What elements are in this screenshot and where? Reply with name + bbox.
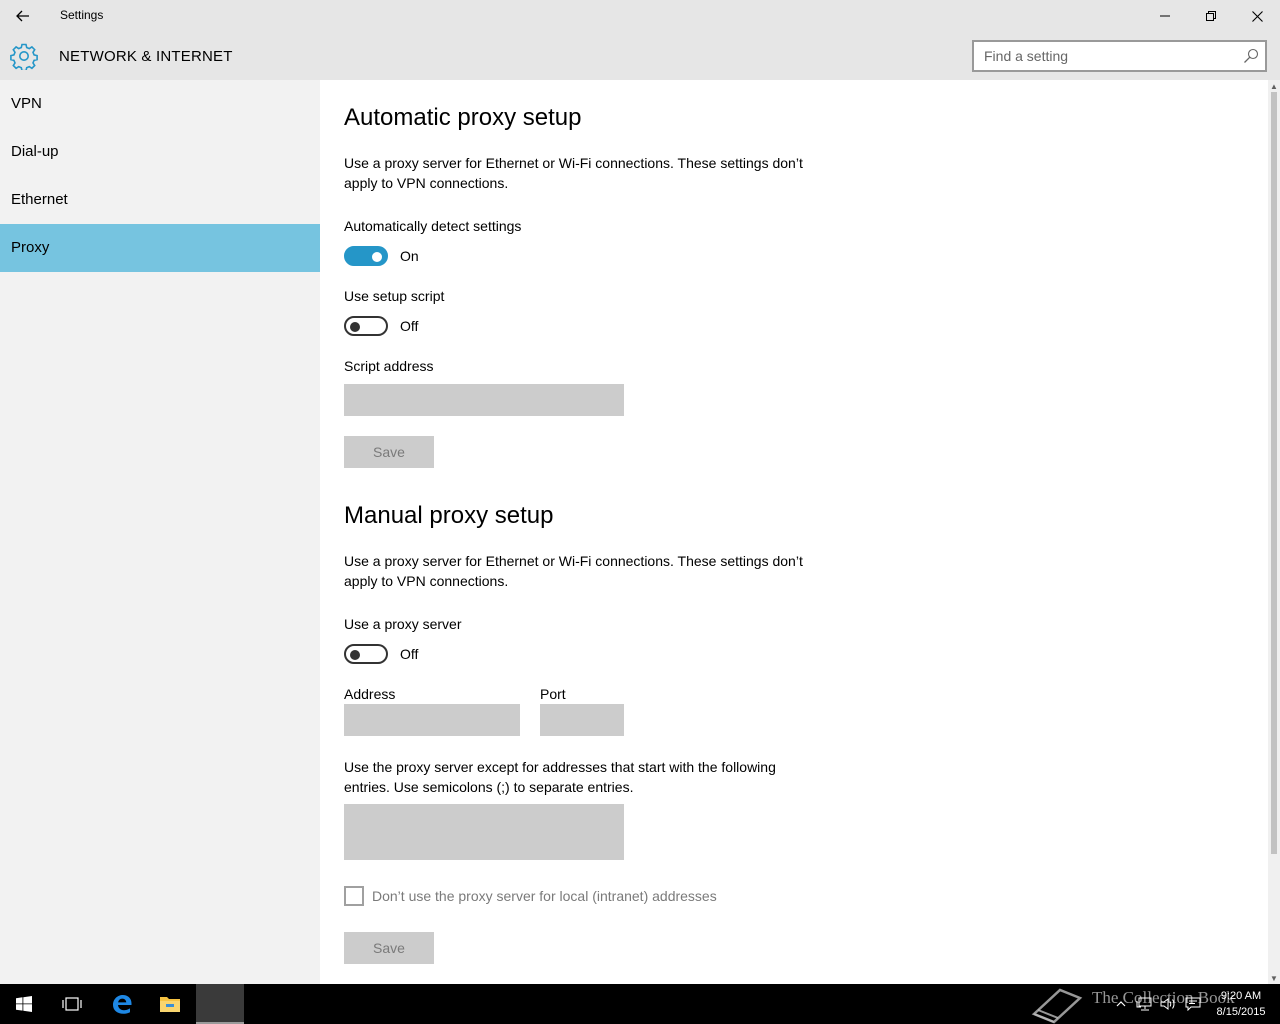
manual-proxy-description: Use a proxy server for Ethernet or Wi-Fi…: [344, 553, 803, 589]
auto-detect-label: Automatically detect settings: [344, 218, 522, 234]
sidebar-item-label: Proxy: [11, 239, 50, 256]
sidebar-item-proxy[interactable]: Proxy: [0, 224, 320, 272]
action-center-button[interactable]: [1183, 984, 1203, 1024]
port-input[interactable]: [540, 704, 624, 736]
toggle-knob: [372, 252, 382, 262]
vertical-scrollbar[interactable]: ▲ ▼: [1268, 80, 1280, 984]
manual-proxy-heading: Manual proxy setup: [344, 502, 554, 529]
windows-logo-icon: [16, 996, 32, 1012]
setup-script-label: Use setup script: [344, 288, 445, 304]
use-proxy-state: Off: [400, 646, 419, 662]
volume-tray-button[interactable]: [1158, 984, 1178, 1024]
auto-save-button[interactable]: Save: [344, 436, 434, 468]
use-proxy-label: Use a proxy server: [344, 616, 462, 632]
scroll-down-arrow-icon[interactable]: ▼: [1268, 972, 1280, 984]
search-box[interactable]: [972, 40, 1267, 72]
address-label: Address: [344, 686, 396, 702]
sidebar-item-vpn[interactable]: VPN: [0, 80, 320, 128]
title-bar: Settings: [0, 0, 1280, 32]
clock-time: 9:20 AM: [1220, 990, 1262, 1002]
gear-icon: [10, 43, 38, 70]
automatic-proxy-heading: Automatic proxy setup: [344, 104, 582, 131]
local-addresses-checkbox[interactable]: [344, 886, 364, 906]
manual-save-button[interactable]: Save: [344, 932, 434, 964]
chevron-up-icon: [1116, 1001, 1126, 1007]
clock-date: 8/15/2015: [1216, 1006, 1266, 1018]
start-button[interactable]: [0, 984, 48, 1024]
scroll-up-arrow-icon[interactable]: ▲: [1268, 80, 1280, 92]
page-title: NETWORK & INTERNET: [59, 48, 233, 65]
close-icon: [1251, 10, 1263, 22]
exceptions-description: Use the proxy server except for addresse…: [344, 759, 776, 795]
script-address-label: Script address: [344, 358, 434, 374]
network-tray-button[interactable]: [1134, 984, 1154, 1024]
auto-detect-state: On: [400, 248, 419, 264]
restore-button[interactable]: [1188, 0, 1234, 32]
task-view-button[interactable]: [48, 984, 96, 1024]
network-icon: [1136, 997, 1152, 1011]
task-view-icon: [62, 997, 82, 1011]
close-button[interactable]: [1234, 0, 1280, 32]
window-title: Settings: [60, 8, 104, 22]
automatic-proxy-description: Use a proxy server for Ethernet or Wi-Fi…: [344, 155, 803, 191]
sidebar-item-dial-up[interactable]: Dial-up: [0, 128, 320, 176]
toggle-knob: [350, 650, 360, 660]
page-header: NETWORK & INTERNET: [0, 32, 1280, 80]
settings-taskbar-button[interactable]: [196, 984, 244, 1024]
sidebar-item-ethernet[interactable]: Ethernet: [0, 176, 320, 224]
setup-script-state: Off: [400, 318, 419, 334]
scroll-thumb[interactable]: [1271, 92, 1277, 854]
script-address-input[interactable]: [344, 384, 624, 416]
restore-icon: [1206, 11, 1216, 21]
minimize-button[interactable]: [1142, 0, 1188, 32]
back-arrow-icon: [16, 10, 29, 22]
port-label: Port: [540, 686, 566, 702]
sidebar-item-label: Ethernet: [11, 191, 68, 208]
show-hidden-icons-button[interactable]: [1112, 984, 1130, 1024]
auto-detect-toggle[interactable]: [344, 246, 388, 266]
taskbar-clock[interactable]: 9:20 AM 8/15/2015: [1206, 988, 1276, 1020]
folder-icon: [160, 997, 180, 1012]
use-proxy-toggle[interactable]: [344, 644, 388, 664]
local-addresses-label: Don’t use the proxy server for local (in…: [372, 888, 717, 904]
minimize-icon: [1160, 15, 1170, 17]
main-content: Automatic proxy setup Use a proxy server…: [320, 80, 1268, 984]
search-icon[interactable]: [1243, 48, 1259, 64]
back-button[interactable]: [0, 0, 46, 32]
sidebar-item-label: VPN: [11, 95, 42, 112]
speaker-icon: [1160, 998, 1175, 1010]
edge-browser-icon: [113, 995, 132, 1014]
exceptions-textarea[interactable]: [344, 804, 624, 860]
address-input[interactable]: [344, 704, 520, 736]
taskbar: The Collection Book 9:20 AM 8/15/2015: [0, 984, 1280, 1024]
sidebar: VPN Dial-up Ethernet Proxy: [0, 80, 320, 984]
notification-icon: [1185, 997, 1201, 1011]
search-input[interactable]: [984, 47, 1234, 65]
book-watermark-icon: [1031, 988, 1083, 1024]
toggle-knob: [350, 322, 360, 332]
edge-taskbar-button[interactable]: [98, 984, 146, 1024]
file-explorer-taskbar-button[interactable]: [146, 984, 194, 1024]
setup-script-toggle[interactable]: [344, 316, 388, 336]
sidebar-item-label: Dial-up: [11, 143, 59, 160]
